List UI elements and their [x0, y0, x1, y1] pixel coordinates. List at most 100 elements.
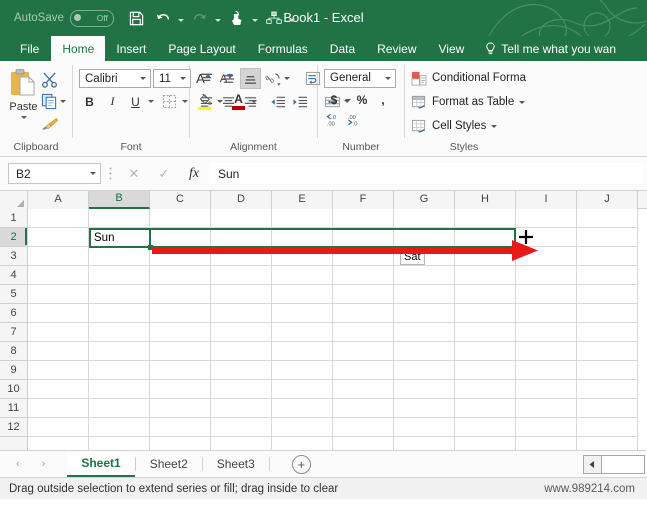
cell[interactable]	[272, 418, 333, 437]
cell[interactable]	[272, 285, 333, 304]
tab-review[interactable]: Review	[366, 36, 427, 61]
cell[interactable]	[516, 361, 577, 380]
sheet-tab-sheet3[interactable]: Sheet3	[203, 451, 269, 477]
save-icon[interactable]	[124, 3, 150, 33]
cell[interactable]	[394, 380, 455, 399]
column-header-g[interactable]: G	[394, 191, 455, 209]
cell[interactable]	[211, 361, 272, 380]
underline-button[interactable]: U	[125, 91, 146, 112]
cell[interactable]	[333, 228, 394, 247]
format-painter-button[interactable]	[41, 113, 66, 133]
row-header-12[interactable]: 12	[0, 418, 28, 437]
cell[interactable]	[89, 247, 150, 266]
tab-file[interactable]: File	[8, 36, 51, 61]
cell[interactable]	[211, 304, 272, 323]
cell[interactable]	[577, 342, 638, 361]
column-header-b[interactable]: B	[89, 191, 150, 209]
cell[interactable]	[394, 228, 455, 247]
cell[interactable]	[211, 342, 272, 361]
font-size-dropdown-icon[interactable]	[179, 77, 186, 80]
cell[interactable]	[394, 266, 455, 285]
cell[interactable]	[455, 304, 516, 323]
cell[interactable]	[394, 437, 455, 450]
cell[interactable]	[455, 266, 516, 285]
decrease-decimal-button[interactable]: .00 .0	[345, 110, 365, 130]
cell[interactable]	[394, 361, 455, 380]
cell[interactable]	[28, 304, 89, 323]
cell[interactable]	[516, 266, 577, 285]
touch-mode-icon[interactable]	[224, 3, 250, 33]
enter-formula-button[interactable]: ✓	[149, 163, 179, 185]
cell[interactable]	[211, 437, 272, 450]
orientation-dropdown-icon[interactable]	[284, 77, 290, 80]
cell[interactable]	[150, 361, 211, 380]
align-left-button[interactable]	[196, 91, 217, 112]
redo-icon[interactable]	[187, 3, 213, 33]
cell[interactable]	[394, 285, 455, 304]
cell[interactable]	[516, 304, 577, 323]
formula-input[interactable]: Sun	[209, 163, 643, 184]
fill-handle[interactable]	[148, 245, 153, 250]
cell[interactable]	[28, 266, 89, 285]
cell[interactable]	[150, 399, 211, 418]
cell[interactable]	[89, 209, 150, 228]
orientation-button[interactable]: a b	[262, 68, 283, 89]
paste-dropdown-icon[interactable]	[20, 116, 27, 119]
cell[interactable]	[211, 399, 272, 418]
cancel-formula-button[interactable]: ✕	[119, 163, 149, 185]
cell[interactable]	[394, 342, 455, 361]
autosave-toggle[interactable]: Off	[69, 9, 114, 27]
column-header-f[interactable]: F	[333, 191, 394, 209]
cell[interactable]	[455, 380, 516, 399]
cell[interactable]	[577, 323, 638, 342]
number-format-dropdown-icon[interactable]	[384, 76, 391, 80]
align-right-button[interactable]	[240, 91, 261, 112]
cell[interactable]	[333, 285, 394, 304]
font-size-combo[interactable]: 11	[153, 69, 191, 88]
cell[interactable]	[455, 247, 516, 266]
cell[interactable]	[516, 285, 577, 304]
align-center-button[interactable]	[218, 91, 239, 112]
cell[interactable]	[394, 399, 455, 418]
undo-icon[interactable]	[150, 3, 176, 33]
cell[interactable]	[28, 323, 89, 342]
cell[interactable]	[455, 437, 516, 450]
cell[interactable]	[272, 228, 333, 247]
insert-function-button[interactable]: fx	[179, 163, 209, 185]
cell[interactable]	[577, 285, 638, 304]
decrease-indent-button[interactable]	[267, 91, 288, 112]
cell[interactable]	[455, 399, 516, 418]
cell[interactable]	[516, 247, 577, 266]
tab-page-layout[interactable]: Page Layout	[157, 36, 246, 61]
cell[interactable]	[28, 285, 89, 304]
cell[interactable]	[28, 361, 89, 380]
tab-view[interactable]: View	[428, 36, 476, 61]
column-header-c[interactable]: C	[150, 191, 211, 209]
number-format-combo[interactable]: General	[324, 68, 396, 88]
format-as-table-button[interactable]: Format as Table	[411, 90, 526, 114]
column-header-j[interactable]: J	[577, 191, 638, 209]
cell-styles-button[interactable]: Cell Styles	[411, 114, 498, 138]
row-header-5[interactable]: 5	[0, 285, 28, 304]
active-cell-b2[interactable]: Sun	[89, 228, 151, 248]
scroll-left-button[interactable]	[583, 454, 602, 474]
row-header-3[interactable]: 3	[0, 247, 28, 266]
cell[interactable]	[89, 304, 150, 323]
cell[interactable]	[150, 247, 211, 266]
row-header-6[interactable]: 6	[0, 304, 28, 323]
scroll-track[interactable]	[602, 454, 645, 474]
cell[interactable]	[28, 399, 89, 418]
cell[interactable]	[211, 323, 272, 342]
name-box[interactable]: B2	[8, 163, 101, 184]
italic-button[interactable]: I	[102, 91, 123, 112]
cell[interactable]	[272, 266, 333, 285]
cell[interactable]	[150, 266, 211, 285]
row-header-10[interactable]: 10	[0, 380, 28, 399]
middle-align-button[interactable]	[218, 68, 239, 89]
column-header-d[interactable]: D	[211, 191, 272, 209]
touch-mode-dropdown-icon[interactable]	[250, 3, 261, 33]
cell[interactable]	[150, 342, 211, 361]
currency-dropdown-icon[interactable]	[345, 98, 351, 102]
cell[interactable]	[272, 399, 333, 418]
cell[interactable]	[577, 247, 638, 266]
